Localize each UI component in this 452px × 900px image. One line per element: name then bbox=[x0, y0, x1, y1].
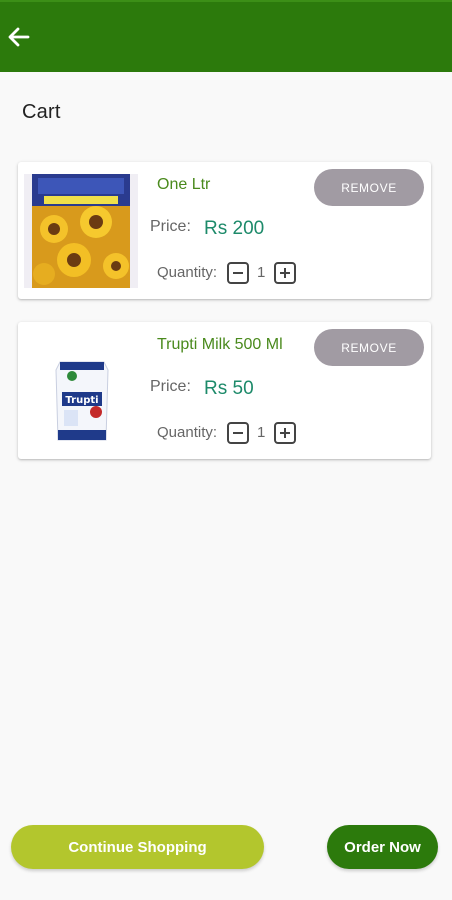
price-label: Price: bbox=[150, 378, 191, 395]
trupti-brand-text: Trupti bbox=[65, 395, 98, 406]
price-value: Rs 50 bbox=[204, 378, 254, 399]
quantity-value: 1 bbox=[257, 424, 266, 441]
back-button[interactable] bbox=[4, 22, 34, 52]
remove-button[interactable]: REMOVE bbox=[314, 169, 424, 206]
increase-quantity-button[interactable] bbox=[274, 262, 296, 284]
page-title: Cart bbox=[22, 101, 61, 123]
quantity-label: Quantity: bbox=[157, 424, 218, 441]
product-name: Trupti Milk 500 Ml bbox=[157, 336, 283, 353]
plus-icon bbox=[280, 268, 290, 278]
order-now-button[interactable]: Order Now bbox=[327, 825, 438, 869]
minus-icon bbox=[233, 272, 243, 274]
decrease-quantity-button[interactable] bbox=[227, 262, 249, 284]
remove-button[interactable]: REMOVE bbox=[314, 329, 424, 366]
price-label: Price: bbox=[150, 218, 191, 235]
decrease-quantity-button[interactable] bbox=[227, 422, 249, 444]
app-bar bbox=[0, 0, 452, 72]
quantity-label: Quantity: bbox=[157, 264, 218, 281]
increase-quantity-button[interactable] bbox=[274, 422, 296, 444]
quantity-value: 1 bbox=[257, 264, 266, 281]
price-value: Rs 200 bbox=[204, 218, 265, 239]
product-name: One Ltr bbox=[157, 176, 211, 193]
cart-item-card: One Ltr Price: Rs 200 Quantity: 1 REMOVE bbox=[18, 162, 431, 299]
minus-icon bbox=[233, 432, 243, 434]
product-image-sunflower-oil bbox=[24, 174, 138, 288]
arrow-left-icon bbox=[8, 27, 30, 47]
continue-shopping-button[interactable]: Continue Shopping bbox=[11, 825, 264, 869]
cart-item-card: Trupti Trupti Milk 500 Ml Price: Rs 50 Q… bbox=[18, 322, 431, 459]
cart-screen: Cart One Ltr Price: Rs 200 Quantity: 1 R… bbox=[0, 0, 452, 900]
product-image-trupti-milk: Trupti bbox=[24, 334, 138, 448]
plus-icon bbox=[280, 428, 290, 438]
